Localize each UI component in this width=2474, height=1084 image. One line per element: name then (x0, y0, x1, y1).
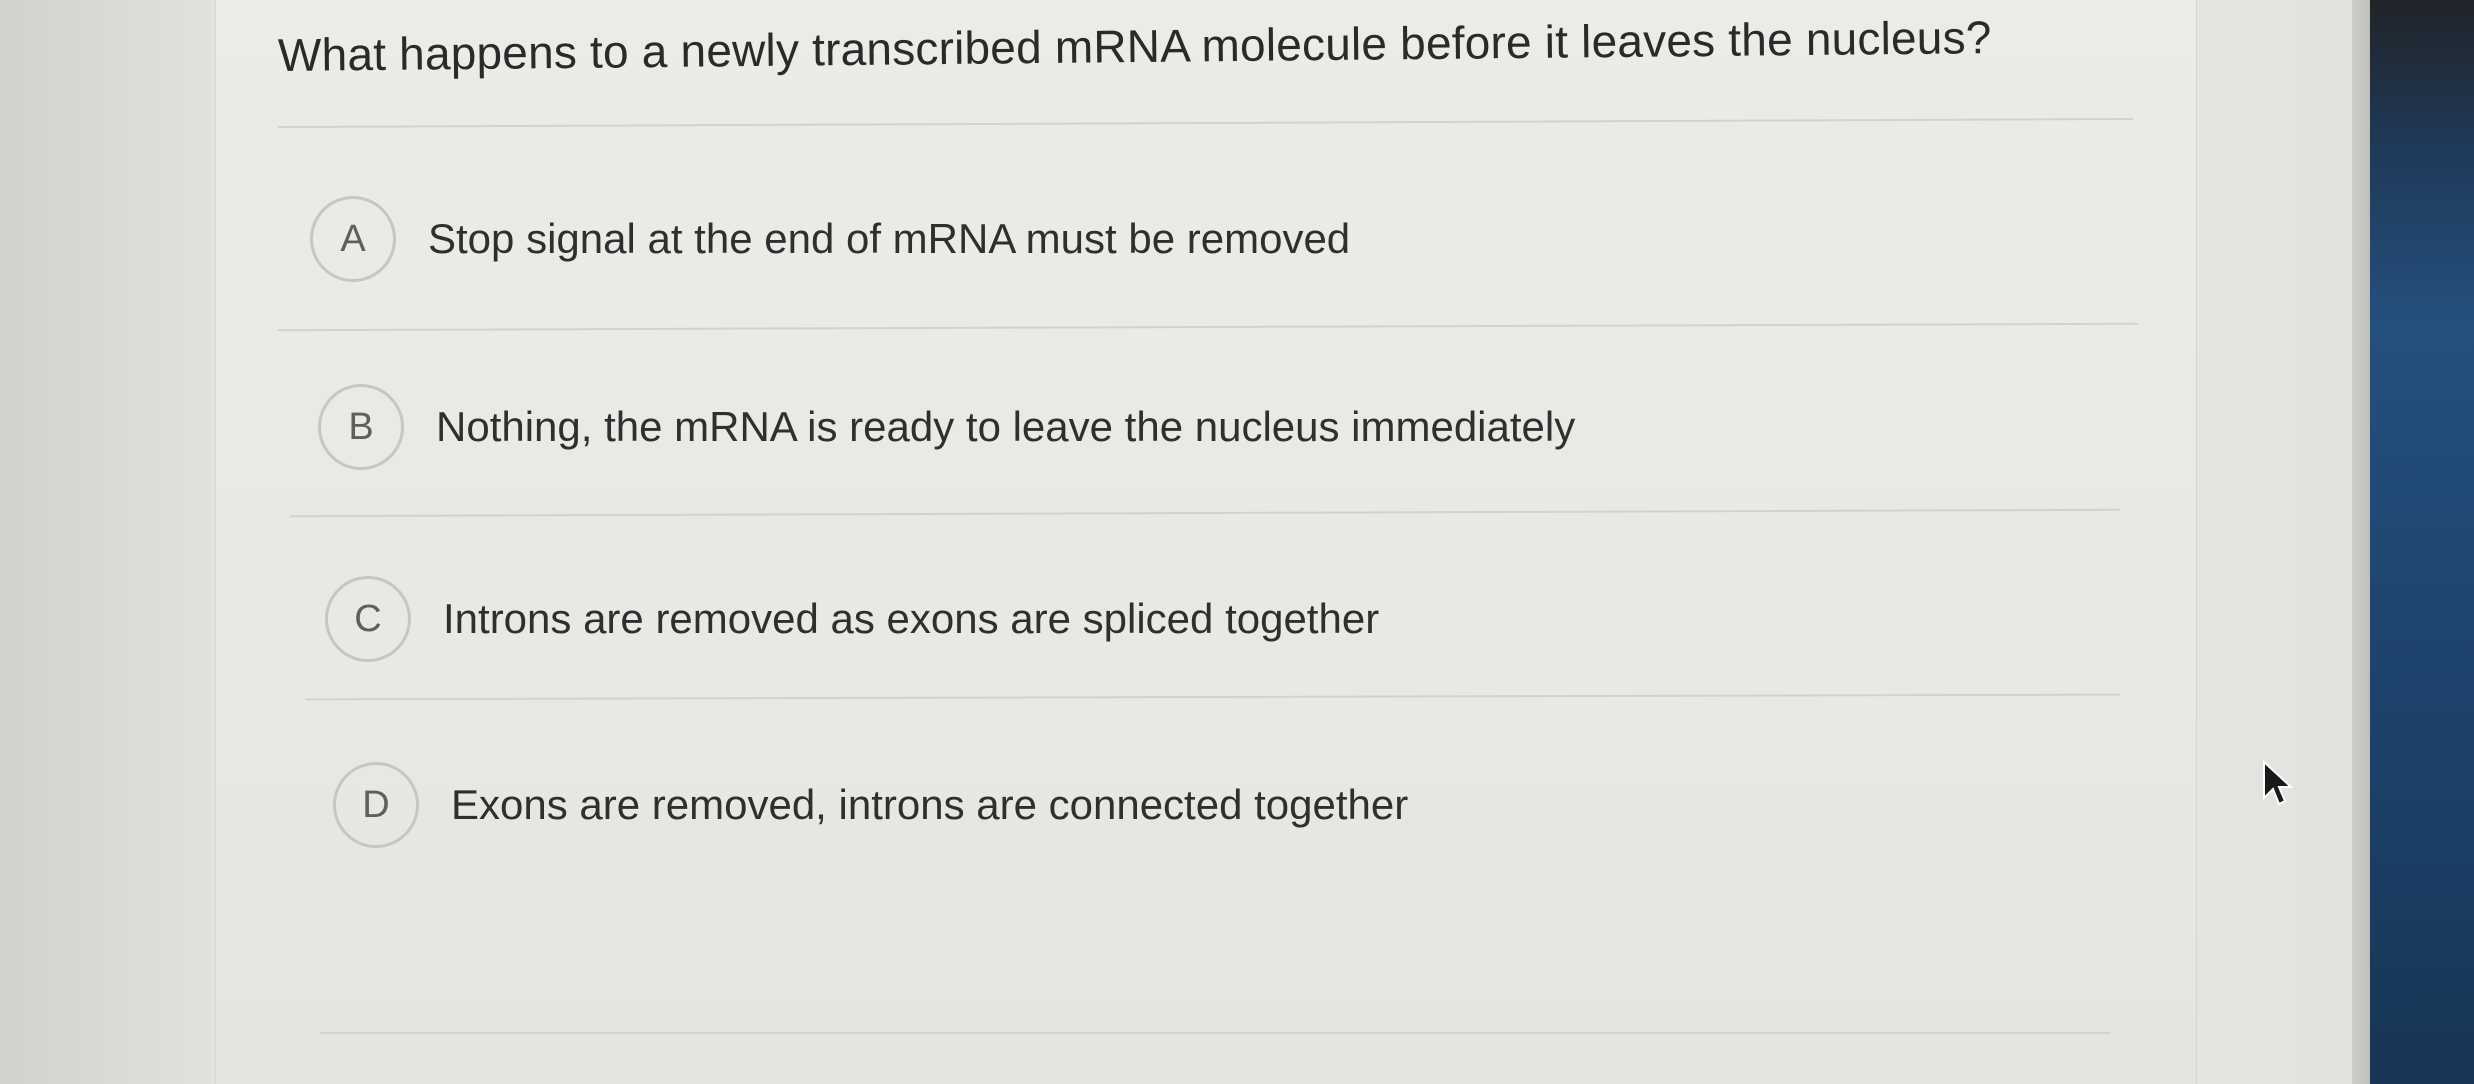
option-divider (320, 1032, 2110, 1034)
option-b-radio[interactable]: B (318, 384, 404, 470)
mouse-pointer-icon (2263, 760, 2294, 806)
option-c-label: Introns are removed as exons are spliced… (443, 595, 1380, 642)
option-d-letter: D (362, 783, 390, 826)
option-d-radio[interactable]: D (333, 762, 419, 848)
background-scene (2370, 0, 2474, 1084)
option-d-label: Exons are removed, introns are connected… (451, 781, 1409, 828)
quiz-panel (215, 0, 2197, 1084)
option-a-letter: A (340, 217, 366, 260)
option-b-label: Nothing, the mRNA is ready to leave the … (436, 403, 1576, 450)
option-d[interactable]: D Exons are removed, introns are connect… (333, 762, 1408, 848)
option-c-radio[interactable]: C (325, 576, 411, 662)
option-b-letter: B (348, 405, 374, 448)
left-margin (0, 0, 215, 1084)
option-b[interactable]: B Nothing, the mRNA is ready to leave th… (318, 384, 1575, 470)
monitor-bezel (2352, 0, 2372, 1084)
option-a-label: Stop signal at the end of mRNA must be r… (428, 215, 1351, 262)
option-c-letter: C (354, 597, 382, 640)
option-c[interactable]: C Introns are removed as exons are splic… (325, 576, 1379, 662)
option-a-radio[interactable]: A (310, 196, 396, 282)
option-a[interactable]: A Stop signal at the end of mRNA must be… (310, 196, 1350, 282)
